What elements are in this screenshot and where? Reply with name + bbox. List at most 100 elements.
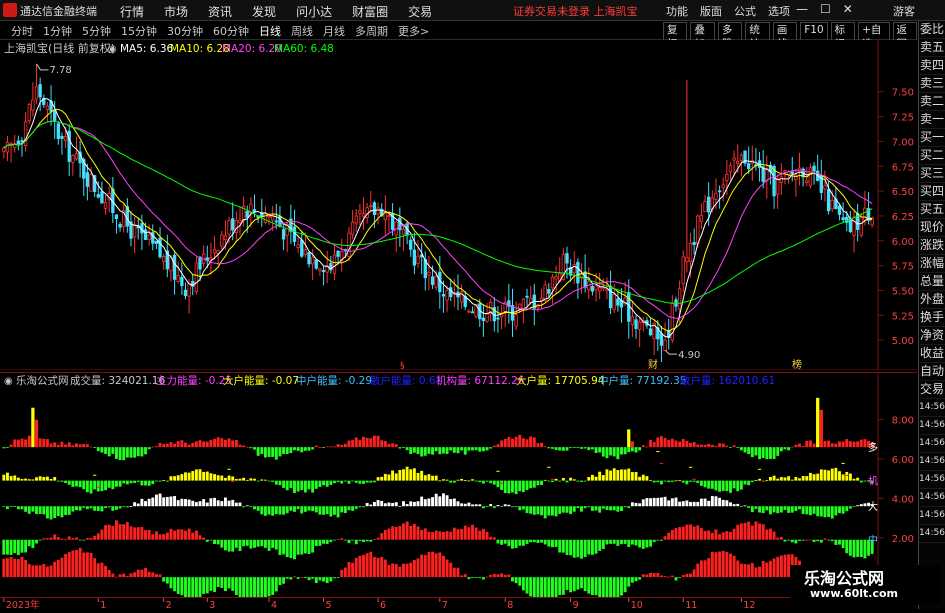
energy-bar — [456, 501, 460, 507]
energy-bar — [53, 561, 57, 578]
side-tab[interactable]: 收益 — [919, 345, 945, 363]
side-tab[interactable]: 买五 — [919, 201, 945, 219]
menu-layout[interactable]: 版面 — [694, 2, 728, 20]
menu-quotes[interactable]: 行情 — [110, 2, 154, 21]
energy-bar — [416, 447, 420, 455]
side-tab[interactable]: 总量 — [919, 273, 945, 291]
energy-bar — [365, 502, 369, 507]
side-tab[interactable]: 卖五 — [919, 39, 945, 57]
candle-body — [601, 287, 605, 290]
period-tab[interactable]: 60分钟 — [208, 23, 254, 39]
energy-bar — [27, 479, 31, 481]
energy-bar — [82, 539, 86, 541]
close-icon[interactable]: ✕ — [837, 2, 859, 16]
chevron-icon[interactable]: ◉ — [108, 44, 117, 55]
menu-trade[interactable]: 交易 — [398, 2, 442, 21]
period-tab-daily[interactable]: 日线 — [254, 23, 286, 39]
watermark-url: www.60lt.com — [810, 587, 899, 600]
menu-wealth[interactable]: 财富圈 — [342, 2, 398, 21]
period-tab[interactable]: 周线 — [286, 23, 318, 39]
chevron-icon[interactable]: ◉ — [4, 376, 13, 387]
event-label-list[interactable]: 榜 — [792, 358, 802, 370]
energy-bar — [365, 539, 369, 542]
menu-formula[interactable]: 公式 — [728, 2, 762, 20]
side-tab[interactable]: 换手 — [919, 309, 945, 327]
side-tab[interactable]: 卖一 — [919, 111, 945, 129]
energy-indicator-chart[interactable]: 0.002.004.006.008.00 ◉ 乐淘公式网 成交量: 324021… — [0, 372, 917, 597]
side-tab[interactable]: 买二 — [919, 147, 945, 165]
maximize-icon[interactable]: ☐ — [814, 2, 837, 16]
energy-bar — [830, 506, 834, 519]
energy-bar — [638, 503, 642, 507]
period-tab[interactable]: 月线 — [318, 23, 350, 39]
side-tab[interactable]: 买一 — [919, 129, 945, 147]
menu-function[interactable]: 功能 — [660, 2, 694, 20]
guest-user[interactable]: 游客 — [893, 3, 915, 19]
energy-bar — [223, 477, 227, 481]
candlestick-chart[interactable]: 5.00 5.25 5.50 5.75 6.00 6.25 6.50 6.75 7.00 7.25… — [0, 40, 917, 370]
energy-bar — [343, 443, 347, 448]
candle-body — [274, 220, 278, 223]
side-tab[interactable]: 卖二 — [919, 93, 945, 111]
energy-bar — [616, 539, 620, 546]
time-tick-label: 2023年 — [6, 599, 40, 610]
energy-bar — [71, 480, 75, 487]
energy-bar — [329, 577, 333, 582]
energy-bar — [845, 506, 849, 512]
side-tab[interactable]: 外盘 — [919, 291, 945, 309]
side-tab[interactable]: 卖四 — [919, 57, 945, 75]
energy-bar — [558, 577, 562, 596]
side-tab[interactable]: 涨跌 — [919, 237, 945, 255]
energy-bar — [689, 501, 692, 507]
energy-bar — [351, 539, 355, 541]
candle-body — [547, 288, 551, 294]
energy-bar — [118, 574, 122, 578]
energy-bar — [565, 447, 569, 451]
energy-bar — [216, 500, 220, 507]
side-tab[interactable]: 现价 — [919, 219, 945, 237]
minimize-icon[interactable]: — — [790, 2, 814, 16]
period-tab[interactable]: 分时 — [6, 23, 38, 39]
event-label-finance[interactable]: 财 — [648, 358, 658, 370]
energy-bar — [372, 435, 376, 448]
side-tab[interactable]: 买四 — [919, 183, 945, 201]
period-tab[interactable]: 多周期 — [350, 23, 393, 39]
side-tab[interactable]: 净资 — [919, 327, 945, 345]
menu-news[interactable]: 资讯 — [198, 2, 242, 21]
side-tab[interactable]: 交易 — [919, 381, 945, 399]
menu-discover[interactable]: 发现 — [242, 2, 286, 21]
energy-bar — [623, 539, 627, 544]
side-tab[interactable]: 涨幅 — [919, 255, 945, 273]
energy-bar — [274, 539, 278, 550]
energy-bar — [405, 466, 409, 481]
energy-bar — [634, 539, 638, 546]
menu-ask[interactable]: 问小达 — [286, 2, 342, 21]
period-tab[interactable]: 1分钟 — [38, 23, 77, 39]
energy-bar — [136, 480, 140, 482]
energy-bar — [511, 577, 514, 582]
period-tab-more[interactable]: 更多> — [393, 23, 434, 39]
energy-bar — [580, 577, 583, 589]
energy-bar — [165, 532, 169, 540]
side-tab[interactable]: 委比 — [919, 21, 945, 39]
candle-body — [434, 276, 438, 288]
period-tab[interactable]: 5分钟 — [77, 23, 116, 39]
energy-bar — [489, 536, 493, 540]
energy-bar — [729, 502, 732, 507]
energy-bar — [576, 577, 580, 590]
energy-bar — [93, 535, 97, 540]
candle-body — [347, 232, 351, 258]
trade-login-notice[interactable]: 证券交易未登录 上海凯宝 — [513, 3, 638, 19]
energy-bar — [463, 525, 467, 540]
period-tab[interactable]: 15分钟 — [116, 23, 162, 39]
side-tab[interactable]: 自动 — [919, 363, 945, 381]
menu-market[interactable]: 市场 — [154, 2, 198, 21]
candle-body — [318, 268, 322, 272]
candle-body — [183, 289, 188, 297]
energy-bar — [467, 577, 471, 580]
energy-bar — [13, 475, 17, 481]
side-tab[interactable]: 买三 — [919, 165, 945, 183]
energy-bar — [307, 447, 311, 451]
side-tab[interactable]: 卖三 — [919, 75, 945, 93]
period-tab[interactable]: 30分钟 — [162, 23, 208, 39]
